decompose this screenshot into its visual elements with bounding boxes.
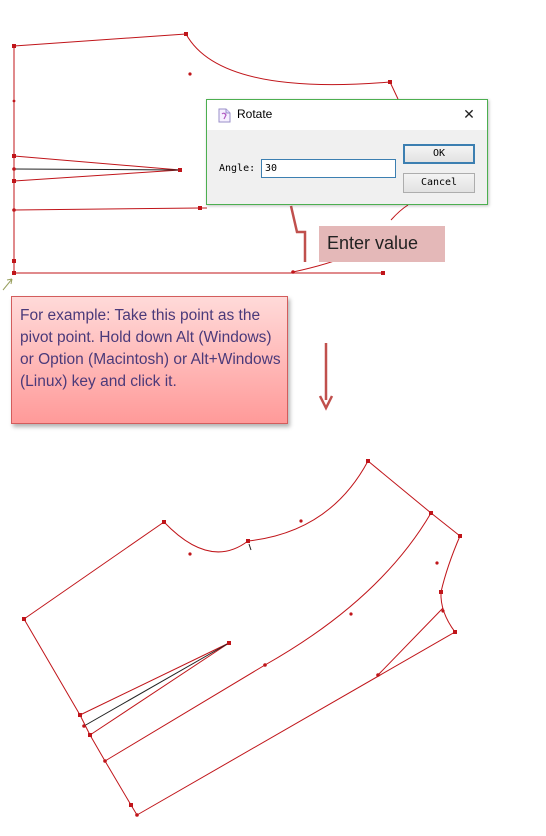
pattern-point xyxy=(227,641,231,645)
pattern-point xyxy=(12,99,16,103)
pattern-neckline xyxy=(185,33,391,86)
pattern-point xyxy=(198,206,202,210)
ok-button[interactable]: OK xyxy=(403,144,475,164)
pattern-point xyxy=(381,271,385,275)
pattern-point xyxy=(103,759,107,763)
rotate-dialog[interactable]: Rotate ✕ Angle: OK Cancel xyxy=(206,99,488,205)
cursor-arrow-icon xyxy=(2,278,13,291)
pattern-point xyxy=(135,813,139,817)
angle-input[interactable] xyxy=(261,159,396,178)
pattern-point xyxy=(178,168,182,172)
pattern-point xyxy=(435,561,439,565)
rotated-armhole-2 xyxy=(440,535,461,633)
pattern-point xyxy=(12,271,16,275)
pattern-point xyxy=(78,713,82,717)
pattern-point xyxy=(184,32,188,36)
callout-leader xyxy=(289,205,307,262)
pattern-dart-upper xyxy=(13,155,181,171)
pattern-point xyxy=(439,590,443,594)
pattern-points-rotated[interactable] xyxy=(22,459,462,817)
pattern-point xyxy=(366,459,370,463)
pattern-point xyxy=(12,44,16,48)
cancel-button[interactable]: Cancel xyxy=(403,173,475,193)
pattern-point xyxy=(458,534,462,538)
rotated-dart-upper xyxy=(79,642,230,716)
pattern-piece-rotated[interactable] xyxy=(23,460,461,816)
pattern-point xyxy=(376,673,380,677)
close-icon[interactable]: ✕ xyxy=(457,103,481,127)
pattern-point xyxy=(291,270,295,274)
rotated-side-line xyxy=(136,631,456,816)
pattern-point xyxy=(12,208,16,212)
enter-value-callout: Enter value xyxy=(319,226,445,262)
pattern-point xyxy=(453,630,457,634)
pattern-dart-center xyxy=(13,168,181,171)
pattern-point xyxy=(263,663,267,667)
dialog-titlebar[interactable]: Rotate ✕ xyxy=(207,100,487,130)
pattern-point xyxy=(129,803,133,807)
pattern-point xyxy=(12,259,16,263)
pattern-point xyxy=(12,154,16,158)
rotated-shoulder xyxy=(367,460,432,514)
rotated-neckline xyxy=(163,521,249,553)
pattern-point xyxy=(12,167,16,171)
pattern-point xyxy=(88,733,92,737)
enter-value-text: Enter value xyxy=(327,233,419,253)
example-callout: For example: Take this point as the pivo… xyxy=(11,296,288,424)
notch-mark xyxy=(248,543,252,551)
pattern-side-curve xyxy=(390,204,409,221)
pattern-point xyxy=(82,724,86,728)
angle-label: Angle: xyxy=(219,163,256,174)
pattern-point xyxy=(299,519,303,523)
rotated-dart-center xyxy=(83,642,230,727)
rotated-hem xyxy=(377,607,444,676)
dialog-title: Rotate xyxy=(237,107,273,121)
pattern-dart-lower xyxy=(13,169,181,182)
pattern-point xyxy=(246,539,250,543)
rotated-armhole-1 xyxy=(430,512,461,537)
pattern-point xyxy=(22,617,26,621)
pattern-waist-line xyxy=(13,207,207,211)
pattern-point xyxy=(12,179,16,183)
pattern-outline-top xyxy=(13,33,187,47)
down-arrow-icon xyxy=(318,343,334,411)
pattern-point xyxy=(188,72,192,76)
pattern-point xyxy=(429,511,433,515)
rotated-neckline-2 xyxy=(247,460,369,542)
pattern-point xyxy=(349,612,353,616)
pattern-point xyxy=(388,80,392,84)
rotated-outline-top xyxy=(23,521,165,620)
pattern-point xyxy=(441,609,445,613)
pattern-point xyxy=(162,520,166,524)
example-text: For example: Take this point as the pivo… xyxy=(20,307,281,390)
pattern-point xyxy=(188,552,192,556)
rotated-dart-lower xyxy=(89,642,230,736)
pattern-shoulder xyxy=(389,81,399,100)
document-icon xyxy=(218,108,231,123)
rotated-waist-line xyxy=(104,512,432,762)
